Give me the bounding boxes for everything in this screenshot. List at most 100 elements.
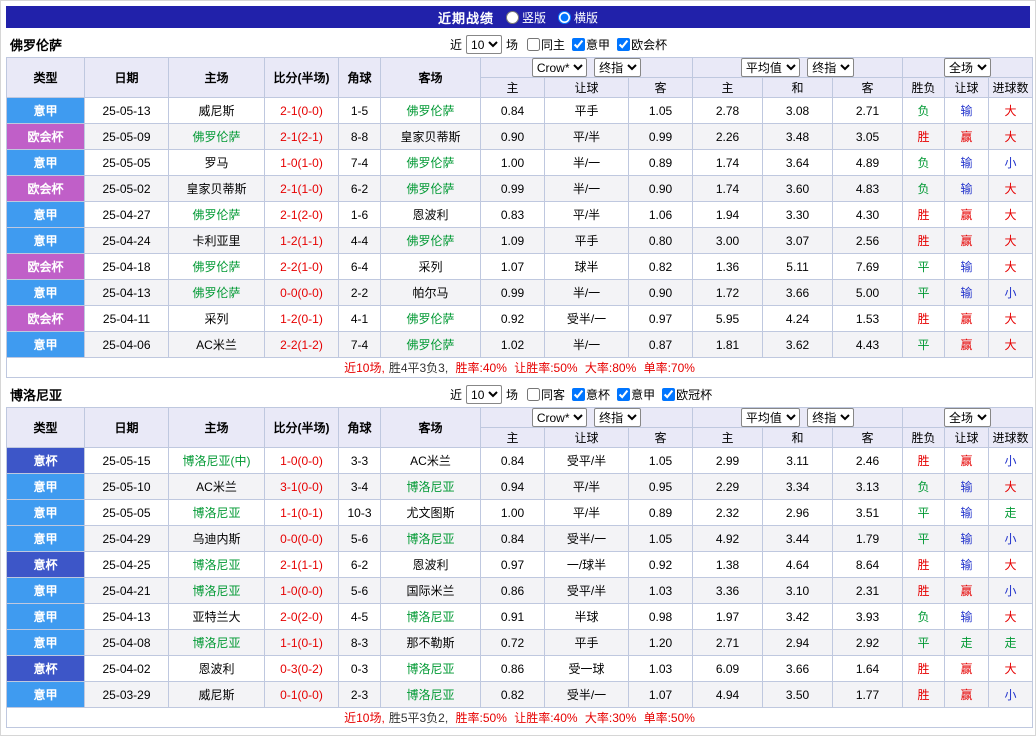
score-cell: 1-1(0-1)	[265, 630, 339, 656]
away-team-cell: 佛罗伦萨	[381, 176, 481, 202]
filter-checkbox-0[interactable]: 同客	[527, 386, 565, 403]
euro-odds-source-select[interactable]: 平均值	[741, 58, 800, 77]
corner-cell: 6-2	[339, 176, 381, 202]
filter-checkbox-1[interactable]: 意杯	[572, 386, 610, 403]
euro-odds-select-cell: 平均值 终指	[693, 408, 903, 428]
asian-away-odds-cell: 0.89	[629, 500, 693, 526]
away-team-cell: 恩波利	[381, 202, 481, 228]
handicap-result-cell: 输	[945, 280, 989, 306]
handicap-result-cell: 赢	[945, 228, 989, 254]
home-team-cell: 罗马	[169, 150, 265, 176]
date-cell: 25-05-13	[85, 98, 169, 124]
summary-row: 近10场,胜5平3负2, 胜率:50% 让胜率:40% 大率:30% 单率:50…	[7, 708, 1033, 728]
filter-checkbox-2[interactable]: 欧会杯	[617, 36, 667, 53]
recent-count-select[interactable]: 10	[466, 385, 502, 404]
result-cell: 负	[903, 98, 945, 124]
asian-odds-select-cell: Crow* 终指	[481, 58, 693, 78]
goals-result-cell: 小	[989, 526, 1033, 552]
summary-segment: 让胜率:50%	[514, 361, 581, 375]
filter-checkbox-input-1[interactable]	[572, 38, 585, 51]
euro-home-odds-cell: 4.94	[693, 682, 763, 708]
euro-home-odds-cell: 1.38	[693, 552, 763, 578]
asian-home-odds-cell: 0.72	[481, 630, 545, 656]
filter-checkbox-input-0[interactable]	[527, 388, 540, 401]
goals-result-cell: 小	[989, 448, 1033, 474]
filter-checkbox-input-2[interactable]	[617, 388, 630, 401]
summary-segment: 让胜率:40%	[514, 711, 581, 725]
euro-away-odds-cell: 3.93	[833, 604, 903, 630]
match-row: 欧会杯25-05-09佛罗伦萨2-1(2-1)8-8皇家贝蒂斯0.90平/半0.…	[7, 124, 1033, 150]
asian-handicap-cell: 平手	[545, 630, 629, 656]
date-cell: 25-04-25	[85, 552, 169, 578]
filter-checkbox-2[interactable]: 意甲	[617, 386, 655, 403]
match-row: 意甲25-05-13威尼斯2-1(0-0)1-5佛罗伦萨0.84平手1.052.…	[7, 98, 1033, 124]
score-cell: 1-0(0-0)	[265, 448, 339, 474]
away-team-cell: 博洛尼亚	[381, 682, 481, 708]
corner-cell: 0-3	[339, 656, 381, 682]
away-team-cell: 采列	[381, 254, 481, 280]
filter-checkbox-label: 意杯	[586, 386, 610, 403]
handicap-result-cell: 赢	[945, 202, 989, 228]
filter-checkbox-0[interactable]: 同主	[527, 36, 565, 53]
filter-checkbox-input-2[interactable]	[617, 38, 630, 51]
asian-handicap-cell: 受平/半	[545, 578, 629, 604]
home-team-cell: AC米兰	[169, 474, 265, 500]
filter-checkbox-3[interactable]: 欧冠杯	[662, 386, 712, 403]
layout-option-horizontal[interactable]: 横版	[558, 9, 598, 26]
euro-odds-time-select[interactable]: 终指	[807, 58, 854, 77]
filter-checkbox-input-0[interactable]	[527, 38, 540, 51]
date-cell: 25-05-09	[85, 124, 169, 150]
euro-home-odds-cell: 1.72	[693, 280, 763, 306]
league-badge-cell: 意甲	[7, 500, 85, 526]
filter-checkbox-input-3[interactable]	[662, 388, 675, 401]
scope-select[interactable]: 全场	[944, 58, 991, 77]
asian-odds-source-select[interactable]: Crow*	[532, 58, 587, 77]
recent-results-panel: 近期战绩 竖版 横版 佛罗伦萨 近 10 场 同主意甲欧会杯	[0, 0, 1036, 736]
asian-odds-source-select[interactable]: Crow*	[532, 408, 587, 427]
goals-result-cell: 小	[989, 150, 1033, 176]
corner-cell: 6-2	[339, 552, 381, 578]
euro-odds-time-select[interactable]: 终指	[807, 408, 854, 427]
league-badge-cell: 欧会杯	[7, 176, 85, 202]
scope-select[interactable]: 全场	[944, 408, 991, 427]
match-row: 欧会杯25-04-18佛罗伦萨2-2(1-0)6-4采列1.07球半0.821.…	[7, 254, 1033, 280]
league-badge-cell: 意甲	[7, 150, 85, 176]
col-goals: 进球数	[989, 78, 1033, 98]
filter-checkbox-1[interactable]: 意甲	[572, 36, 610, 53]
home-team-cell: AC米兰	[169, 332, 265, 358]
asian-away-odds-cell: 0.97	[629, 306, 693, 332]
league-badge-cell: 欧会杯	[7, 306, 85, 332]
date-cell: 25-04-13	[85, 280, 169, 306]
match-row: 欧会杯25-05-02皇家贝蒂斯2-1(1-0)6-2佛罗伦萨0.99半/一0.…	[7, 176, 1033, 202]
match-row: 意甲25-04-27佛罗伦萨2-1(2-0)1-6恩波利0.83平/半1.061…	[7, 202, 1033, 228]
euro-home-odds-cell: 1.81	[693, 332, 763, 358]
recent-count-select[interactable]: 10	[466, 35, 502, 54]
corner-cell: 1-5	[339, 98, 381, 124]
date-cell: 25-04-13	[85, 604, 169, 630]
asian-away-odds-cell: 1.03	[629, 578, 693, 604]
euro-away-odds-cell: 2.46	[833, 448, 903, 474]
asian-odds-time-select[interactable]: 终指	[594, 408, 641, 427]
euro-away-odds-cell: 2.71	[833, 98, 903, 124]
horizontal-layout-radio[interactable]	[558, 11, 571, 24]
euro-odds-source-select[interactable]: 平均值	[741, 408, 800, 427]
league-badge-cell: 欧会杯	[7, 124, 85, 150]
goals-result-cell: 大	[989, 306, 1033, 332]
away-team-cell: 佛罗伦萨	[381, 150, 481, 176]
handicap-result-cell: 赢	[945, 682, 989, 708]
home-team-cell: 佛罗伦萨	[169, 280, 265, 306]
filter-checkbox-label: 欧会杯	[631, 36, 667, 53]
col-handicap: 让球	[945, 428, 989, 448]
score-cell: 1-0(0-0)	[265, 578, 339, 604]
away-team-cell: 帕尔马	[381, 280, 481, 306]
layout-option-vertical[interactable]: 竖版	[506, 9, 546, 26]
match-row: 意甲25-04-29乌迪内斯0-0(0-0)5-6博洛尼亚0.84受半/一1.0…	[7, 526, 1033, 552]
vertical-layout-radio[interactable]	[506, 11, 519, 24]
results-table: 类型 日期 主场 比分(半场) 角球 客场 Crow* 终指 平均值 终指	[6, 57, 1033, 378]
filter-checkboxes: 同主意甲 欧会杯	[527, 36, 667, 53]
euro-away-odds-cell: 1.53	[833, 306, 903, 332]
asian-odds-time-select[interactable]: 终指	[594, 58, 641, 77]
handicap-result-cell: 赢	[945, 656, 989, 682]
euro-away-odds-cell: 2.56	[833, 228, 903, 254]
filter-checkbox-input-1[interactable]	[572, 388, 585, 401]
